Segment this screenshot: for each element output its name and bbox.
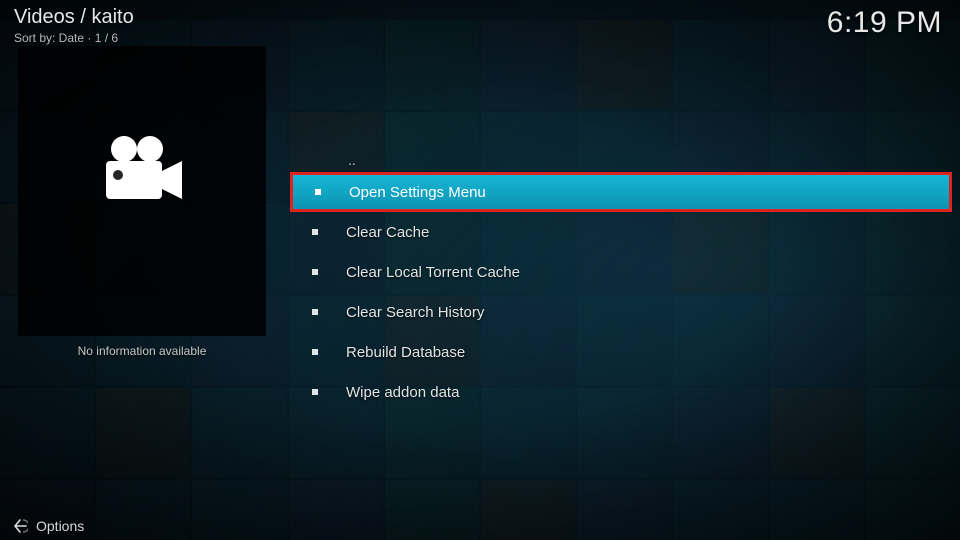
bullet-icon: [315, 189, 321, 195]
menu-item-clear-search-history[interactable]: Clear Search History: [290, 292, 952, 332]
no-information-text: No information available: [18, 344, 266, 358]
menu-item-rebuild-database[interactable]: Rebuild Database: [290, 332, 952, 372]
menu-item-label: Clear Search History: [346, 304, 484, 321]
breadcrumb: Videos / kaito: [14, 6, 134, 29]
menu-item-label: Clear Local Torrent Cache: [346, 264, 520, 281]
bullet-icon: [312, 229, 318, 235]
menu-item-label: Open Settings Menu: [349, 184, 486, 201]
back-arrow-icon: [12, 518, 28, 534]
page-label: 1 / 6: [95, 31, 118, 45]
menu-item-label: Wipe addon data: [346, 384, 459, 401]
menu-list: .. Open Settings Menu Clear Cache Clear …: [290, 152, 952, 412]
movie-camera-icon: [94, 131, 190, 211]
menu-item-open-settings[interactable]: Open Settings Menu: [290, 172, 952, 212]
menu-item-label: Clear Cache: [346, 224, 429, 241]
clock: 6:19 PM: [827, 6, 942, 40]
footer-options[interactable]: Options: [12, 518, 84, 534]
footer-options-label: Options: [36, 518, 84, 534]
sidebar-preview-panel: [18, 46, 266, 336]
bullet-icon: [312, 389, 318, 395]
bullet-icon: [312, 269, 318, 275]
menu-item-clear-local-torrent-cache[interactable]: Clear Local Torrent Cache: [290, 252, 952, 292]
menu-item-wipe-addon-data[interactable]: Wipe addon data: [290, 372, 952, 412]
list-back-indicator[interactable]: ..: [290, 152, 952, 168]
bullet-icon: [312, 349, 318, 355]
sort-label: Sort by: Date: [14, 31, 84, 45]
menu-item-label: Rebuild Database: [346, 344, 465, 361]
header-subtitle: Sort by: Date · 1 / 6: [14, 31, 134, 45]
bullet-icon: [312, 309, 318, 315]
menu-item-clear-cache[interactable]: Clear Cache: [290, 212, 952, 252]
header: Videos / kaito Sort by: Date · 1 / 6: [14, 6, 134, 45]
